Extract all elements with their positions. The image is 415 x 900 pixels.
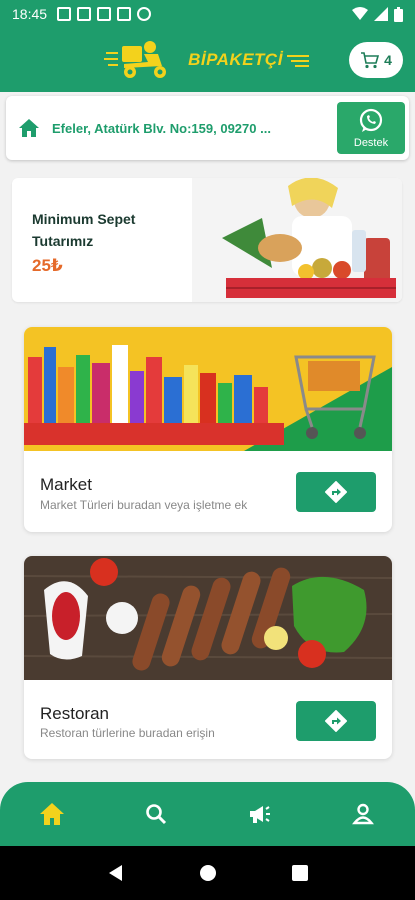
cart-count: 4 [384,52,392,68]
home-icon [19,119,39,137]
signal-icon [374,7,388,21]
back-icon[interactable] [107,864,125,882]
status-time: 18:45 [12,6,48,22]
nav-profile[interactable] [343,794,383,834]
whatsapp-icon [359,108,383,132]
nav-home[interactable] [32,794,72,834]
status-bar: 18:45 [0,0,415,28]
nav-search[interactable] [136,794,176,834]
shopping-basket-illustration [192,178,402,302]
category-card-market[interactable]: Market Market Türleri buradan veya işlet… [24,327,392,532]
address-bar[interactable]: Efeler, Atatürk Blv. No:159, 09270 ... D… [6,96,409,160]
category-description: Market Türleri buradan veya işletme ek [40,498,248,512]
app-header: BİPAKETÇİ 4 [0,28,415,92]
delivery-address: Efeler, Atatürk Blv. No:159, 09270 ... [52,120,271,136]
category-title: Restoran [40,704,109,723]
home-icon [39,803,64,825]
go-market-button[interactable] [296,472,376,512]
recents-icon[interactable] [291,865,308,881]
search-icon [145,804,166,825]
brand-logo: BİPAKETÇİ [104,38,311,82]
battery-icon [394,6,403,22]
market-image [24,327,392,451]
megaphone-icon [250,806,271,823]
kebab-illustration [24,556,392,680]
go-restaurant-button[interactable] [296,701,376,741]
dnd-icon [137,7,152,21]
profile-icon [352,803,375,825]
category-title: Market [40,475,92,494]
support-label: Destek [353,136,389,149]
promo-amount: 25₺ [32,256,63,275]
cart-button[interactable]: 4 [349,42,403,78]
support-button[interactable]: Destek [337,102,405,154]
photo-icon [57,7,72,21]
nav-campaigns[interactable] [239,794,279,834]
photo-icon [117,7,132,21]
restaurant-image [24,556,392,680]
category-description: Restoran türlerine buradan erişin [40,726,215,740]
bottom-navigation [0,782,415,846]
home-circle-icon[interactable] [199,864,217,882]
cart-icon [361,52,380,69]
speed-lines-icon [286,55,309,67]
photo-icon [77,7,92,21]
wifi-icon [352,7,368,20]
min-basket-banner: Minimum Sepet Tutarımız 25₺ [12,178,402,302]
promo-title: Minimum Sepet Tutarımız [32,211,136,249]
system-navigation [0,846,415,900]
delivery-scooter-icon [104,41,167,78]
category-card-restaurant[interactable]: Restoran Restoran türlerine buradan eriş… [24,556,392,759]
grocery-products-illustration [24,327,392,451]
directions-icon [325,481,347,503]
photo-icon [97,7,112,21]
directions-icon [325,710,347,732]
brand-name: BİPAKETÇİ [188,50,283,69]
